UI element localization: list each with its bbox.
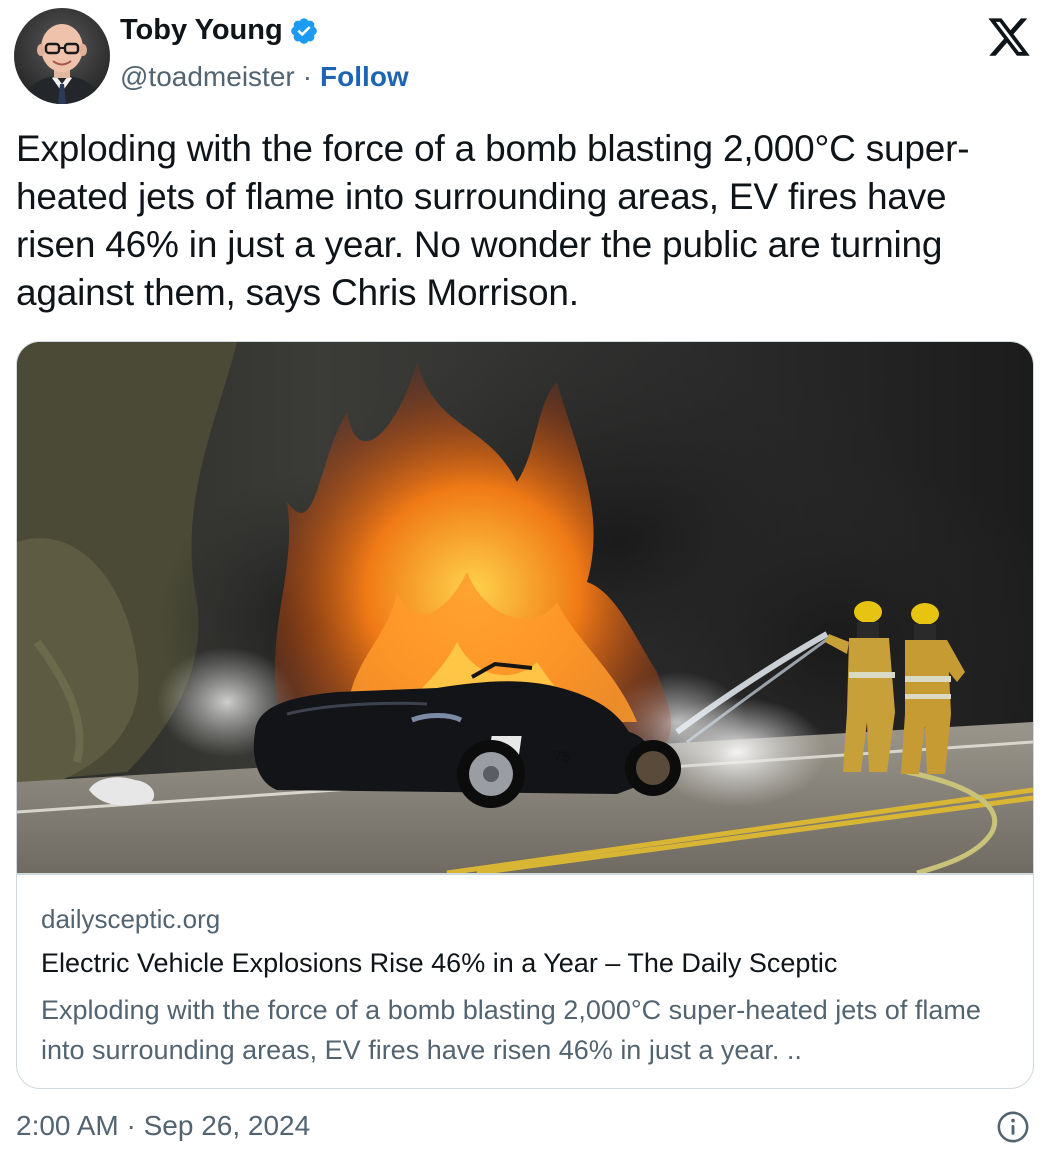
link-preview-card[interactable]: 75 dailysceptic.org Electric Vehicle Exp… — [16, 341, 1034, 1089]
tweet-timestamp[interactable]: 2:00 AM · Sep 26, 2024 — [16, 1110, 310, 1142]
author-name-row: Toby Young — [120, 14, 319, 47]
tweet-embed: Toby Young @toadmeister · Follow Explodi… — [0, 0, 1050, 1158]
verified-badge-icon — [289, 16, 319, 46]
follow-button[interactable]: Follow — [320, 61, 409, 93]
svg-text:75: 75 — [553, 749, 571, 766]
burning-car-image: 75 — [17, 342, 1033, 873]
author-handle[interactable]: @toadmeister — [120, 61, 295, 93]
card-image[interactable]: 75 — [17, 342, 1033, 873]
card-divider — [17, 873, 1033, 875]
tweet-text: Exploding with the force of a bomb blast… — [16, 128, 970, 313]
card-description: Exploding with the force of a bomb blast… — [41, 995, 981, 1065]
x-logo-icon[interactable] — [986, 14, 1032, 60]
separator-dot: · — [302, 61, 313, 92]
author-name[interactable]: Toby Young — [120, 14, 283, 47]
info-circle-icon[interactable] — [996, 1110, 1030, 1144]
avatar-image — [14, 8, 110, 104]
handle-row: @toadmeister · Follow — [120, 61, 409, 93]
card-domain: dailysceptic.org — [41, 904, 221, 934]
author-avatar[interactable] — [14, 8, 110, 104]
card-title: Electric Vehicle Explosions Rise 46% in … — [41, 948, 838, 978]
